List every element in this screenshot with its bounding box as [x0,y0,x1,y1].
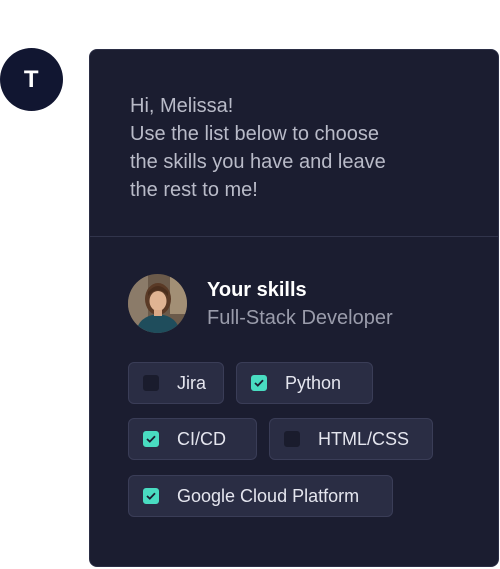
checkbox-checked-icon[interactable] [251,375,267,391]
profile-text: Your skills Full-Stack Developer [207,277,393,331]
assistant-avatar-initial: T [23,65,40,93]
assistant-message: Hi, Melissa! Use the list below to choos… [90,50,498,236]
skill-label: Google Cloud Platform [177,485,360,506]
user-avatar-photo [128,274,187,333]
skill-label: CI/CD [177,428,226,449]
skill-chip-ci-cd[interactable]: CI/CD [128,418,257,460]
skill-chip-google-cloud-platform[interactable]: Google Cloud Platform [128,475,393,517]
message-line: Hi, Melissa! [130,95,234,117]
chat-page: T Hi, Melissa! Use the list below to cho… [0,0,500,569]
skill-label: Python [285,372,342,393]
profile-header: Your skills Full-Stack Developer [90,237,498,333]
message-line: Use the list below to choose [130,123,380,145]
profile-subtitle: Full-Stack Developer [207,306,393,329]
checkbox-checked-icon[interactable] [143,488,159,504]
skill-label: HTML/CSS [318,428,410,449]
profile-title: Your skills [207,278,307,301]
skills-message-card: Hi, Melissa! Use the list below to choos… [89,49,499,567]
message-line: the skills you have and leave [130,151,386,173]
skill-label: Jira [177,372,207,393]
skill-chip-python[interactable]: Python [236,362,373,404]
assistant-avatar: T [0,48,63,111]
checkbox-unchecked-icon[interactable] [143,375,159,391]
skill-chip-jira[interactable]: Jira [128,362,224,404]
checkbox-unchecked-icon[interactable] [284,431,300,447]
skill-chip-html-css[interactable]: HTML/CSS [269,418,433,460]
message-line: the rest to me! [130,179,258,201]
checkbox-checked-icon[interactable] [143,431,159,447]
user-avatar [128,274,187,333]
